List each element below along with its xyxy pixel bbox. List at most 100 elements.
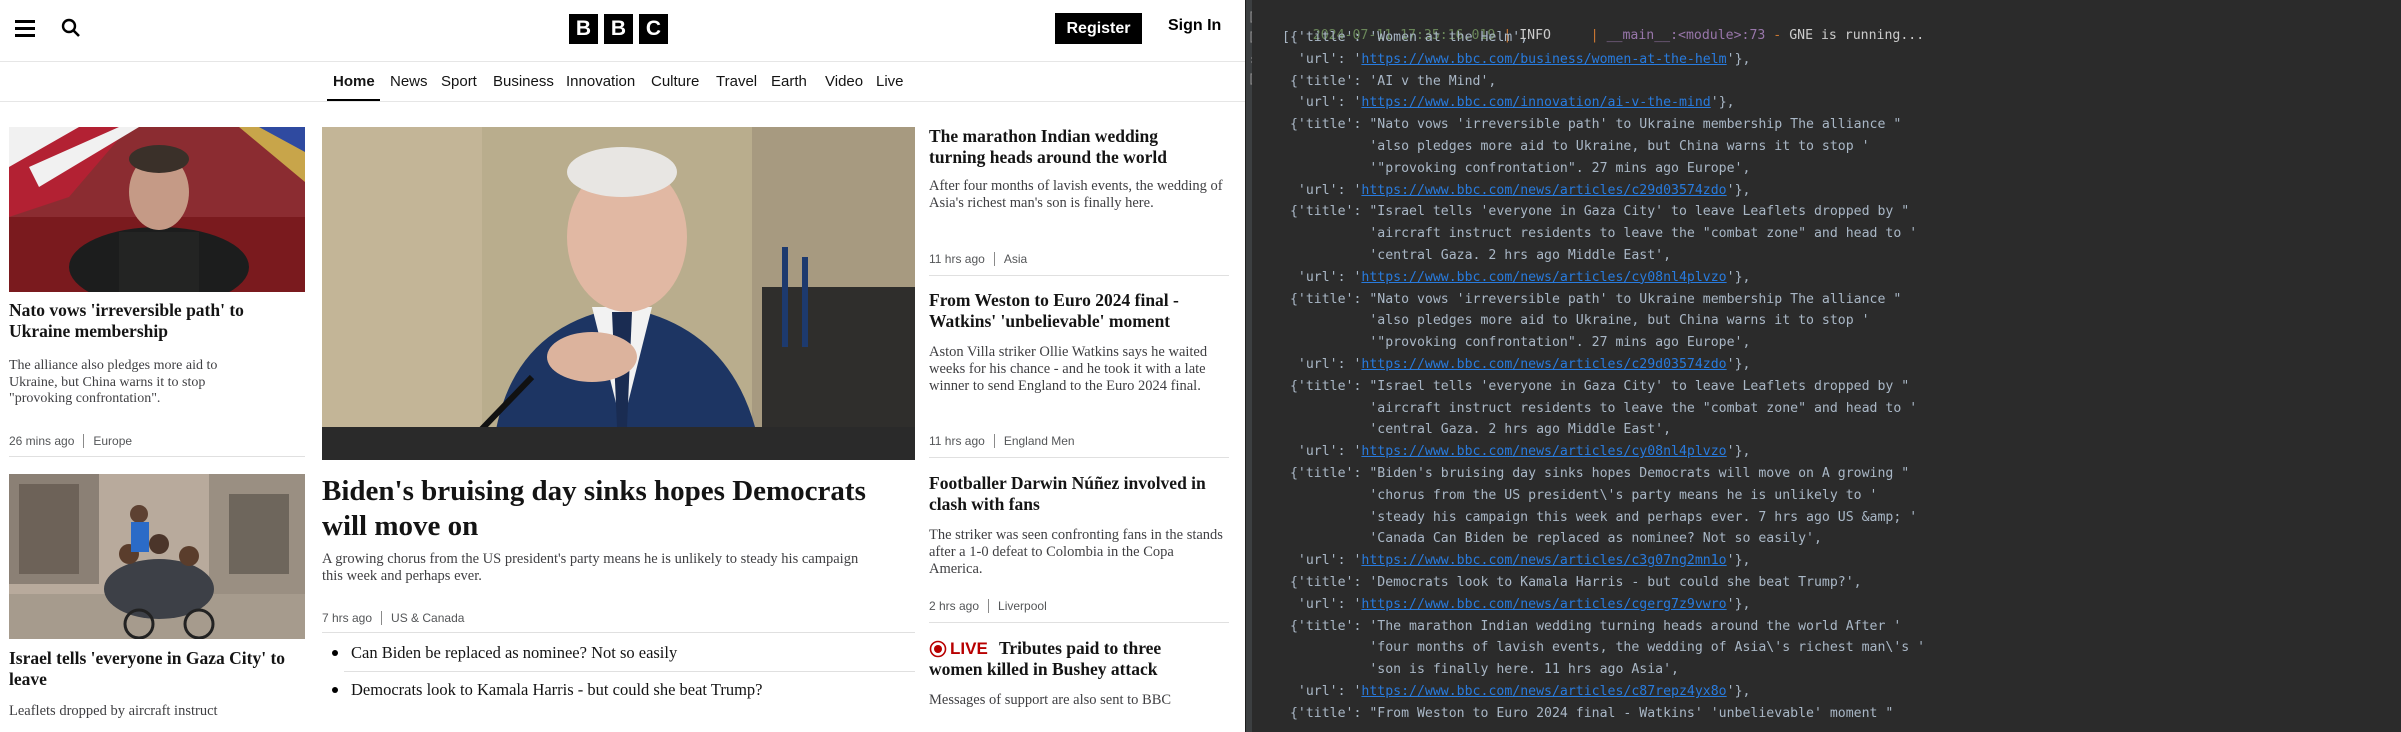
related-link[interactable]: Democrats look to Kamala Harris - but co…	[330, 680, 763, 700]
output-url-link[interactable]: https://www.bbc.com/news/articles/c29d03…	[1361, 183, 1726, 198]
bullet-icon	[332, 650, 338, 656]
output-line: {'title': "From Weston to Euro 2024 fina…	[1282, 704, 1893, 724]
output-url-link[interactable]: https://www.bbc.com/business/women-at-th…	[1361, 52, 1726, 67]
story-meta-nato: 26 mins ago Europe	[9, 434, 132, 448]
nav-sport[interactable]: Sport	[441, 73, 477, 90]
output-text: 'son is finally here. 11 hrs ago Asia',	[1282, 662, 1679, 678]
nav-earth[interactable]: Earth	[771, 73, 807, 90]
output-line: {'title': "Biden's bruising day sinks ho…	[1282, 464, 1909, 484]
nav-travel[interactable]: Travel	[716, 73, 757, 90]
story-summary-nunez: The striker was seen confronting fans in…	[929, 527, 1223, 578]
story-headline-bushey[interactable]: Tributes paid to three women killed in B…	[929, 638, 1209, 681]
output-line: {'title': "Israel tells 'everyone in Gaz…	[1282, 377, 1909, 397]
output-text: 'url': '	[1282, 269, 1362, 285]
menu-button[interactable]	[12, 16, 38, 40]
gaza-photo[interactable]	[9, 474, 305, 639]
output-url-link[interactable]: https://www.bbc.com/news/articles/c3g07n…	[1361, 553, 1726, 568]
output-url-link[interactable]: https://www.bbc.com/innovation/ai-v-the-…	[1361, 95, 1710, 110]
output-text: '},	[1710, 95, 1735, 111]
output-text: {'title': "From Weston to Euro 2024 fina…	[1282, 705, 1894, 721]
output-text: 'url': '	[1282, 684, 1362, 699]
output-line: 'url': 'https://www.bbc.com/news/article…	[1282, 551, 1751, 571]
output-url-link[interactable]: https://www.bbc.com/news/articles/cy08nl…	[1361, 270, 1726, 285]
output-text: '},	[1726, 596, 1751, 612]
nav-live[interactable]: Live	[876, 73, 904, 90]
story-time: 2 hrs ago	[929, 599, 980, 613]
hamburger-menu-icon	[15, 20, 35, 37]
logo-letter: C	[639, 14, 668, 44]
story-headline-biden[interactable]: Biden's bruising day sinks hopes Democra…	[322, 474, 912, 544]
output-line: '"provoking confrontation". 27 mins ago …	[1282, 333, 1750, 353]
nav-home[interactable]: Home	[333, 73, 375, 90]
zelensky-photo[interactable]	[9, 127, 305, 292]
output-line: 'url': 'https://www.bbc.com/news/article…	[1282, 268, 1751, 288]
story-headline-nunez[interactable]: Footballer Darwin Núñez involved in clas…	[929, 473, 1219, 516]
story-summary-wedding: After four months of lavish events, the …	[929, 178, 1223, 212]
divider	[929, 457, 1229, 458]
output-line: 'also pledges more aid to Ukraine, but C…	[1282, 137, 1870, 157]
output-text: {'title': "Nato vows 'irreversible path'…	[1282, 291, 1902, 307]
related-link-text: Democrats look to Kamala Harris - but co…	[351, 680, 763, 699]
nav-video[interactable]: Video	[825, 73, 863, 90]
nav-innovation[interactable]: Innovation	[566, 73, 635, 90]
output-line: {'title': "Israel tells 'everyone in Gaz…	[1282, 202, 1909, 222]
output-line: 'aircraft instruct residents to leave th…	[1282, 399, 1917, 419]
output-line: 'url': 'https://www.bbc.com/news/article…	[1282, 355, 1751, 375]
output-text: 'chorus from the US president\'s party m…	[1282, 487, 1878, 503]
output-line: 'four months of lavish events, the weddi…	[1282, 638, 1925, 658]
terminal-output[interactable]: 2024-07-11 17:35:16.019 | INFO | __main_…	[1252, 0, 2401, 732]
output-line: 'url': 'https://www.bbc.com/news/article…	[1282, 181, 1751, 201]
story-headline-nato[interactable]: Nato vows 'irreversible path' to Ukraine…	[9, 300, 299, 343]
story-section-link[interactable]: Liverpool	[998, 599, 1047, 613]
output-url-link[interactable]: https://www.bbc.com/news/articles/cgerg7…	[1361, 597, 1726, 612]
output-url-link[interactable]: https://www.bbc.com/news/articles/c29d03…	[1361, 357, 1726, 372]
sign-in-link[interactable]: Sign In	[1168, 17, 1221, 35]
search-icon	[61, 18, 80, 37]
output-text: '},	[1726, 357, 1751, 372]
nav-divider	[0, 101, 1245, 102]
story-meta-wedding: 11 hrs ago Asia	[929, 252, 1027, 266]
output-text: 'four months of lavish events, the weddi…	[1282, 640, 1926, 656]
register-button[interactable]: Register	[1055, 13, 1142, 44]
output-text: [{'title': 'Women at the Helm',	[1282, 30, 1529, 45]
story-section-link[interactable]: Asia	[1004, 252, 1027, 266]
output-text: 'url': '	[1282, 553, 1362, 569]
output-text: 'Canada Can Biden be replaced as nominee…	[1282, 531, 1822, 547]
bbc-homepage: B B C Register Sign In Home News Sport B…	[0, 0, 1245, 732]
divider	[344, 671, 915, 672]
story-section-link[interactable]: US & Canada	[391, 611, 464, 625]
nav-business[interactable]: Business	[493, 73, 554, 90]
story-headline-watkins[interactable]: From Weston to Euro 2024 final - Watkins…	[929, 290, 1229, 333]
output-text: '"provoking confrontation". 27 mins ago …	[1282, 335, 1751, 351]
logo-letter: B	[604, 14, 633, 44]
output-text: 'url': '	[1282, 182, 1362, 198]
story-headline-wedding[interactable]: The marathon Indian wedding turning head…	[929, 126, 1189, 169]
story-section-link[interactable]: Europe	[93, 434, 132, 448]
nav-culture[interactable]: Culture	[651, 73, 699, 90]
story-headline-israel[interactable]: Israel tells 'everyone in Gaza City' to …	[9, 648, 304, 691]
output-text: {'title': "Israel tells 'everyone in Gaz…	[1282, 378, 1910, 394]
search-button[interactable]	[59, 16, 83, 40]
output-line: {'title': 'Democrats look to Kamala Harr…	[1282, 573, 1862, 593]
output-line: 'aircraft instruct residents to leave th…	[1282, 224, 1917, 244]
output-line: 'url': 'https://www.bbc.com/business/wom…	[1282, 50, 1751, 70]
output-line: '"provoking confrontation". 27 mins ago …	[1282, 159, 1750, 179]
output-text: '},	[1726, 51, 1751, 67]
output-url-link[interactable]: https://www.bbc.com/news/articles/cy08nl…	[1361, 444, 1726, 459]
output-line: {'title': "Nato vows 'irreversible path'…	[1282, 290, 1901, 310]
output-text: 'url': '	[1282, 357, 1362, 372]
output-text: 'url': '	[1282, 596, 1362, 612]
story-section-link[interactable]: England Men	[1004, 434, 1075, 448]
output-text: {'title': 'AI v the Mind',	[1282, 73, 1497, 89]
output-text: 'also pledges more aid to Ukraine, but C…	[1282, 139, 1870, 154]
related-link[interactable]: Can Biden be replaced as nominee? Not so…	[330, 643, 677, 663]
output-url-link[interactable]: https://www.bbc.com/news/articles/c87rep…	[1361, 684, 1726, 699]
story-summary-biden: A growing chorus from the US president's…	[322, 551, 859, 585]
biden-photo[interactable]	[322, 127, 915, 460]
nav-news[interactable]: News	[390, 73, 428, 90]
output-line: 'son is finally here. 11 hrs ago Asia',	[1282, 660, 1679, 680]
related-link-text: Can Biden be replaced as nominee? Not so…	[351, 643, 678, 662]
divider	[929, 622, 1229, 623]
story-summary-nato: The alliance also pledges more aid to Uk…	[9, 358, 218, 407]
output-text: '},	[1726, 182, 1751, 198]
